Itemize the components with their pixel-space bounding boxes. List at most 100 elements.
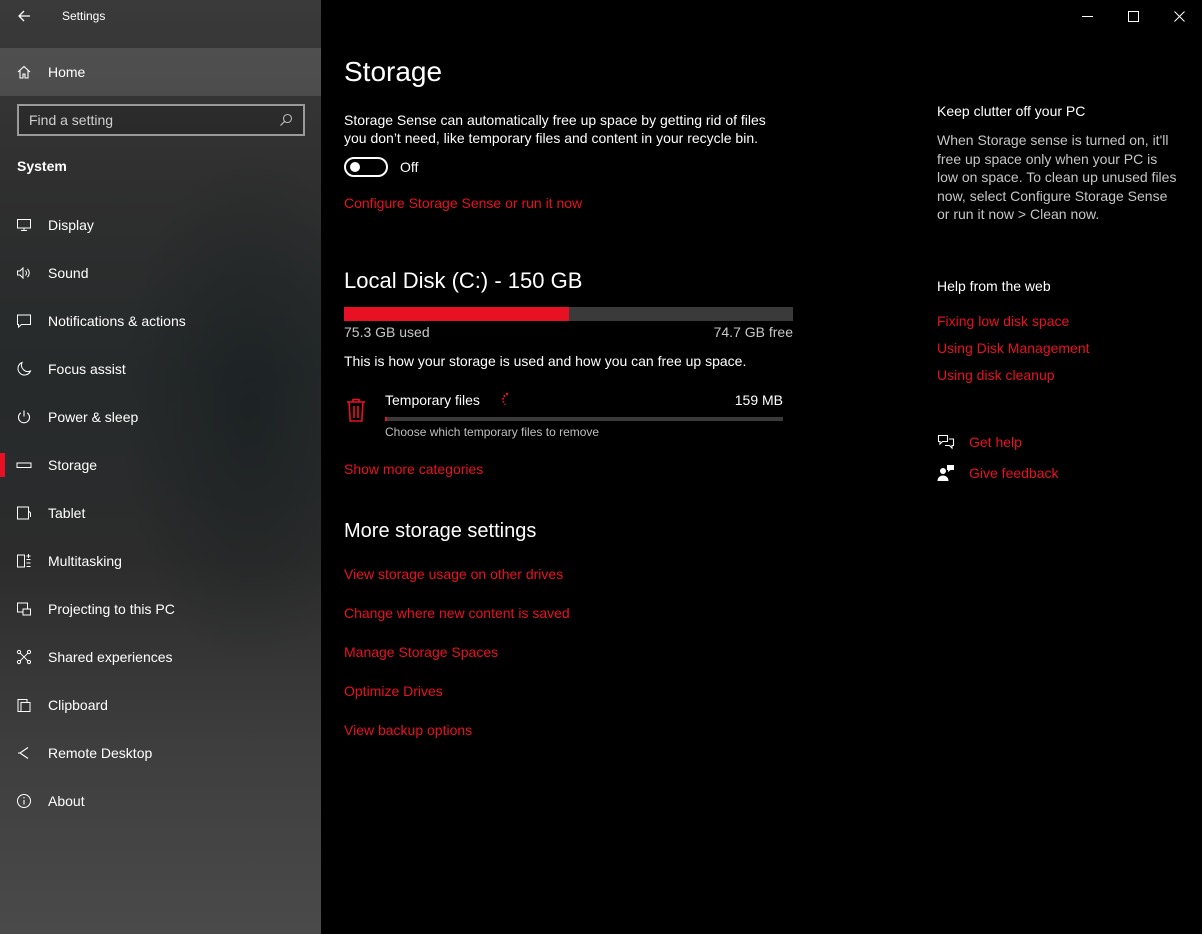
view-storage-other-drives-link[interactable]: View storage usage on other drives (344, 566, 570, 605)
using-disk-management-link[interactable]: Using Disk Management (937, 340, 1090, 367)
sidebar-item-clipboard[interactable]: Clipboard (0, 681, 321, 729)
storage-sense-toggle[interactable] (344, 157, 388, 177)
sidebar-item-tablet[interactable]: Tablet (0, 489, 321, 537)
search-icon (280, 113, 293, 126)
sidebar-item-label: Sound (48, 265, 89, 281)
page-title: Storage (344, 56, 443, 87)
sidebar-item-label: Display (48, 217, 94, 233)
sidebar-item-projecting[interactable]: Projecting to this PC (0, 585, 321, 633)
minimize-button[interactable] (1064, 0, 1110, 32)
usage-description: This is how your storage is used and how… (344, 353, 747, 369)
change-content-location-link[interactable]: Change where new content is saved (344, 605, 570, 644)
clutter-title: Keep clutter off your PC (937, 103, 1086, 119)
view-backup-options-link[interactable]: View backup options (344, 722, 570, 761)
minimize-icon (1081, 15, 1093, 17)
clutter-description: When Storage sense is turned on, it'll f… (937, 132, 1177, 222)
app-title: Settings (62, 9, 106, 23)
sidebar-item-label: Projecting to this PC (48, 601, 175, 617)
window-controls (1064, 0, 1202, 32)
home-label: Home (48, 64, 86, 80)
title-bar: Settings (0, 0, 321, 32)
manage-storage-spaces-link[interactable]: Manage Storage Spaces (344, 644, 570, 683)
sidebar-item-multitasking[interactable]: Multitasking (0, 537, 321, 585)
disk-title: Local Disk (C:) - 150 GB (344, 268, 583, 293)
loading-spinner-icon (502, 392, 509, 406)
close-icon (1173, 10, 1185, 22)
sidebar-item-label: Multitasking (48, 553, 122, 569)
disk-used-label: 75.3 GB used (344, 324, 430, 340)
configure-storage-sense-link[interactable]: Configure Storage Sense or run it now (344, 195, 582, 211)
multitasking-icon (0, 553, 48, 569)
storage-sense-toggle-row: Off (344, 157, 418, 177)
search-placeholder: Find a setting (29, 112, 114, 128)
disk-free-label: 74.7 GB free (713, 324, 793, 340)
temporary-files-row[interactable]: Temporary files 159 MB Choose which temp… (344, 390, 784, 440)
sidebar-item-label: Shared experiences (48, 649, 173, 665)
sidebar-item-home[interactable]: Home (0, 48, 321, 96)
sidebar-item-storage[interactable]: Storage (0, 441, 321, 489)
info-icon (0, 793, 48, 809)
get-help-row[interactable]: Get help (937, 433, 1022, 451)
optimize-drives-link[interactable]: Optimize Drives (344, 683, 570, 722)
using-disk-cleanup-link[interactable]: Using disk cleanup (937, 367, 1090, 394)
sidebar-item-notifications[interactable]: Notifications & actions (0, 297, 321, 345)
sidebar-item-shared-experiences[interactable]: Shared experiences (0, 633, 321, 681)
chat-help-icon (937, 434, 955, 450)
sidebar-nav: Display Sound Notifications & actions Fo… (0, 201, 321, 825)
remote-desktop-icon (0, 745, 48, 761)
power-icon (0, 409, 48, 425)
sidebar-item-label: Tablet (48, 505, 86, 521)
sidebar-item-focus-assist[interactable]: Focus assist (0, 345, 321, 393)
clipboard-icon (0, 697, 48, 713)
sidebar-item-label: Power & sleep (48, 409, 139, 425)
moon-icon (0, 361, 48, 377)
maximize-icon (1127, 10, 1139, 22)
sidebar-item-label: Remote Desktop (48, 745, 153, 761)
fixing-low-disk-space-link[interactable]: Fixing low disk space (937, 313, 1090, 340)
sidebar: Settings Home Find a setting System Disp… (0, 0, 321, 934)
temporary-files-fill (385, 417, 387, 421)
back-arrow-icon (18, 10, 30, 22)
temporary-files-bar (385, 417, 783, 421)
search-input[interactable]: Find a setting (17, 104, 305, 136)
tablet-icon (0, 505, 48, 521)
trash-icon (347, 398, 365, 422)
disk-usage-bar (344, 307, 793, 321)
projecting-icon (0, 601, 48, 617)
home-icon (0, 64, 48, 80)
sidebar-item-label: Focus assist (48, 361, 126, 377)
temporary-files-size: 159 MB (734, 392, 783, 408)
help-from-web-title: Help from the web (937, 278, 1051, 294)
back-button[interactable] (0, 0, 48, 32)
give-feedback-row[interactable]: Give feedback (937, 464, 1059, 482)
notifications-icon (0, 313, 48, 329)
sidebar-item-sound[interactable]: Sound (0, 249, 321, 297)
display-icon (0, 217, 48, 233)
feedback-icon (937, 465, 954, 481)
get-help-link[interactable]: Get help (969, 434, 1022, 450)
sidebar-item-power-sleep[interactable]: Power & sleep (0, 393, 321, 441)
sidebar-item-label: Notifications & actions (48, 313, 186, 329)
give-feedback-link[interactable]: Give feedback (969, 465, 1059, 481)
sound-icon (0, 265, 48, 281)
web-help-links: Fixing low disk space Using Disk Managem… (937, 313, 1090, 394)
sidebar-item-display[interactable]: Display (0, 201, 321, 249)
show-more-categories-link[interactable]: Show more categories (344, 461, 483, 477)
toggle-knob (350, 162, 360, 172)
storage-icon (0, 457, 48, 473)
disk-usage-fill (344, 307, 570, 321)
maximize-button[interactable] (1110, 0, 1156, 32)
temporary-files-subtitle: Choose which temporary files to remove (385, 425, 600, 439)
sidebar-item-label: Storage (48, 457, 98, 473)
sidebar-item-about[interactable]: About (0, 777, 321, 825)
shared-icon (0, 649, 48, 665)
sidebar-item-remote-desktop[interactable]: Remote Desktop (0, 729, 321, 777)
temporary-files-name: Temporary files (385, 392, 480, 408)
more-storage-links: View storage usage on other drives Chang… (344, 566, 570, 761)
more-storage-settings-title: More storage settings (344, 520, 537, 542)
storage-sense-description: Storage Sense can automatically free up … (344, 112, 766, 146)
toggle-state-label: Off (400, 159, 419, 175)
close-button[interactable] (1156, 0, 1202, 32)
section-title-system: System (17, 158, 67, 174)
sidebar-item-label: Clipboard (48, 697, 108, 713)
